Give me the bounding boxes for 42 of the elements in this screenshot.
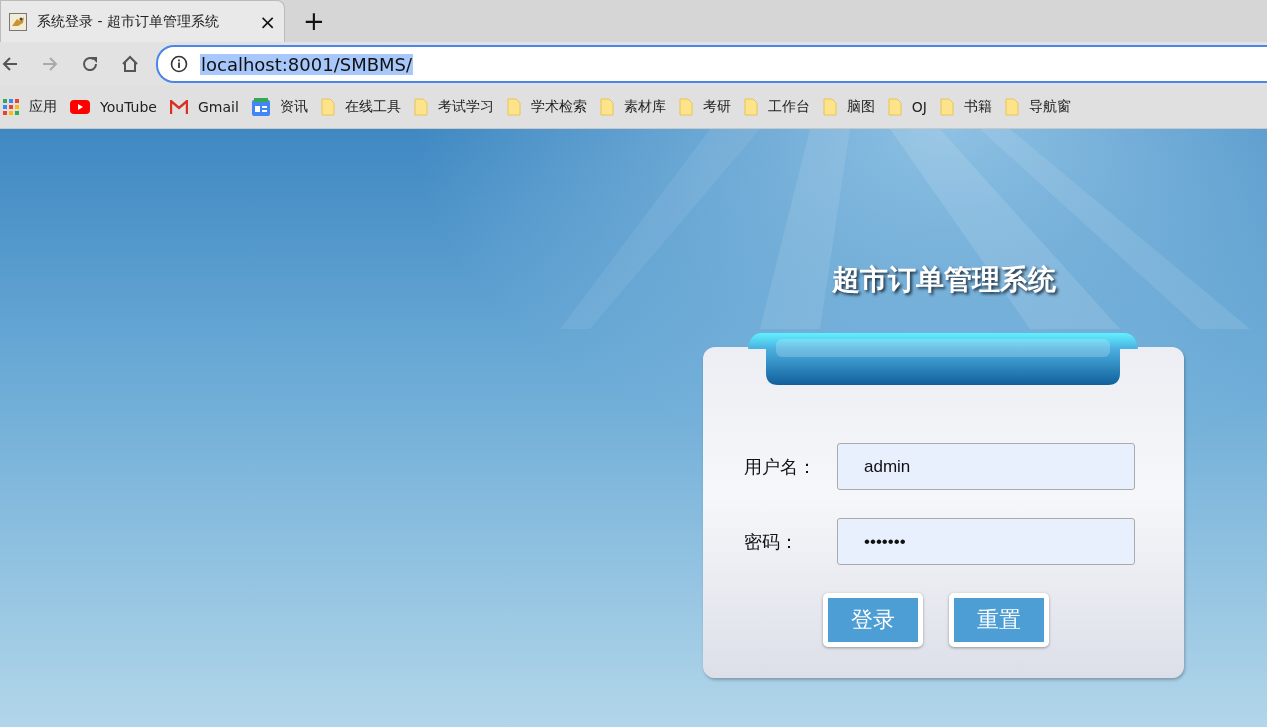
bookmark[interactable]: 工作台: [743, 98, 810, 116]
tab-title: 系统登录 - 超市订单管理系统: [37, 12, 220, 31]
bookmark[interactable]: 资讯: [251, 98, 308, 116]
folder-icon: [678, 98, 693, 116]
grid-icon: [3, 99, 19, 115]
info-icon: [170, 55, 188, 73]
bookmark[interactable]: YouTube: [70, 99, 157, 115]
new-tab-button[interactable]: +: [303, 6, 325, 36]
field-label: 用户名：: [744, 454, 816, 479]
bookmark[interactable]: Gmail: [169, 99, 239, 115]
bookmark[interactable]: 在线工具: [320, 98, 401, 116]
address-bar[interactable]: localhost:8001/SMBMS/: [156, 45, 1267, 83]
browser-tab[interactable]: 系统登录 - 超市订单管理系统 ×: [0, 0, 285, 42]
folder-icon: [887, 98, 902, 116]
reload-icon[interactable]: [80, 54, 100, 74]
system-title: 超市订单管理系统: [831, 262, 1056, 298]
bookmark[interactable]: 学术检索: [506, 98, 587, 116]
home-icon[interactable]: [120, 54, 140, 74]
news-icon: [251, 98, 270, 116]
folder-icon: [743, 98, 758, 116]
folder-icon: [939, 98, 954, 116]
input-field[interactable]: •••••••: [837, 518, 1135, 565]
bookmark[interactable]: 书籍: [939, 98, 992, 116]
bookmark[interactable]: 导航窗: [1004, 98, 1071, 116]
url-text: localhost:8001/SMBMS/: [200, 53, 414, 75]
close-tab-button[interactable]: ×: [259, 9, 276, 34]
mail-icon: [169, 100, 188, 114]
bookmark[interactable]: 应用: [3, 98, 57, 116]
folder-icon: [320, 98, 335, 116]
folder-icon: [506, 98, 521, 116]
bookmark[interactable]: 考研: [678, 98, 731, 116]
folder-icon: [822, 98, 837, 116]
field-label: 密码：: [744, 529, 798, 554]
bookmark[interactable]: 脑图: [822, 98, 875, 116]
play-icon: [70, 100, 90, 114]
bookmark[interactable]: 素材库: [599, 98, 666, 116]
input-field[interactable]: admin: [837, 443, 1135, 490]
bookmark[interactable]: 考试学习: [413, 98, 494, 116]
bookmark[interactable]: OJ: [887, 98, 927, 116]
folder-icon: [1004, 98, 1019, 116]
folder-icon: [413, 98, 428, 116]
folder-icon: [599, 98, 614, 116]
